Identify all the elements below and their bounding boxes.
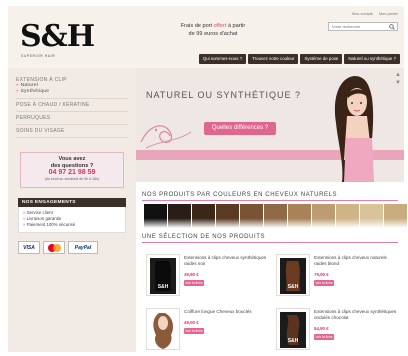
engagements-title: NOS ENGAGEMENTS xyxy=(18,198,126,207)
color-swatches xyxy=(144,204,407,228)
category-hot-fusion[interactable]: Pose à chaud / kératine xyxy=(16,99,128,112)
color-swatch[interactable] xyxy=(192,204,215,228)
svg-text:S&H: S&H xyxy=(288,284,299,290)
swirl-ornament-icon xyxy=(140,125,192,149)
view-product-button[interactable]: Voir la fiche xyxy=(184,280,204,286)
header: S&H SUPERIOR HAIR Frais de port offert à… xyxy=(8,6,404,68)
nav-about[interactable]: Qui sommes-nous ? xyxy=(198,54,247,64)
contact-hours: (du lundi au vendredi de 9h à 18h) xyxy=(44,177,100,181)
svg-text:S&H: S&H xyxy=(288,338,299,344)
color-swatch[interactable] xyxy=(144,204,167,228)
hair-package-icon: S&H xyxy=(150,258,176,294)
engagements-box: NOS ENGAGEMENTS » Service client » Livra… xyxy=(18,198,126,233)
color-swatch[interactable] xyxy=(336,204,359,228)
product-price: 39,90 € xyxy=(184,272,199,277)
section-divider xyxy=(142,242,398,243)
search-icon[interactable] xyxy=(389,24,395,30)
product-card[interactable]: S&H Extensions à clips cheveux naturels … xyxy=(276,254,400,296)
category-face-care[interactable]: Soins du visage xyxy=(16,125,128,138)
category-menu: Extension à clip » Naturel » Synthétique… xyxy=(16,74,128,138)
color-swatch[interactable] xyxy=(312,204,335,228)
color-swatch[interactable] xyxy=(168,204,191,228)
main-content: NATUREL OU SYNTHÉTIQUE ? Quelles différe… xyxy=(136,68,407,352)
arrow-icon: » xyxy=(23,216,26,221)
shipping-text-after: à partir xyxy=(226,23,246,29)
engagement-label: Service client xyxy=(26,210,53,215)
engagement-label: Paiement 100% sécurisé xyxy=(26,222,76,227)
product-price: 49,00 € xyxy=(184,320,199,325)
product-price: 79,00 € xyxy=(314,272,329,277)
color-swatch[interactable] xyxy=(216,204,239,228)
account-links: Mon compte Mon panier xyxy=(347,12,398,16)
subcategory-synthetic[interactable]: » Synthétique xyxy=(16,89,128,95)
visa-logo: VISA xyxy=(18,241,40,254)
differences-button[interactable]: Quelles différences ? xyxy=(204,122,276,135)
engagement-item[interactable]: » Paiement 100% sécurisé xyxy=(23,222,121,228)
subcategory-label: Naturel xyxy=(20,83,39,88)
search-input[interactable] xyxy=(329,23,387,30)
shipping-threshold: de 99 euros d'achat xyxy=(188,31,238,37)
color-swatch[interactable] xyxy=(264,204,287,228)
contact-box: Vous avez des questions ? 04 97 21 98 59… xyxy=(20,152,124,188)
product-name[interactable]: Extensions à clips cheveux synthétiques … xyxy=(314,309,398,320)
product-card[interactable]: S&H Extensions à clips cheveux synthétiq… xyxy=(146,254,270,296)
view-product-button[interactable]: Voir la fiche xyxy=(314,334,334,340)
mastercard-logo xyxy=(43,241,65,254)
view-product-button[interactable]: Voir la fiche xyxy=(314,280,334,286)
product-card[interactable]: Coiffure longue Cheveux bouclés 49,00 € … xyxy=(146,308,270,350)
paypal-logo: PayPal xyxy=(68,241,98,254)
colors-section-title: Nos produits par couleurs en cheveux nat… xyxy=(142,192,338,198)
my-account-link[interactable]: Mon compte xyxy=(352,12,373,16)
search-box xyxy=(328,22,398,31)
page: S&H SUPERIOR HAIR Frais de port offert à… xyxy=(8,6,407,352)
nav-find-color[interactable]: Trouvez votre couleur xyxy=(248,54,299,64)
product-name[interactable]: Extensions à clips cheveux naturels raid… xyxy=(314,255,398,266)
product-price: 54,90 € xyxy=(314,326,329,331)
arrow-icon: » xyxy=(23,210,26,215)
product-name[interactable]: Extensions à clips cheveux synthétiques … xyxy=(184,255,268,266)
color-swatch[interactable] xyxy=(360,204,383,228)
arrow-icon: » xyxy=(16,89,19,94)
category-wigs[interactable]: Perruques xyxy=(16,112,128,125)
product-card[interactable]: S&H Extensions à clips cheveux synthétiq… xyxy=(276,308,400,350)
product-thumbnail[interactable] xyxy=(146,308,180,350)
banner-scroll-up-icon[interactable]: ▲ xyxy=(395,72,401,78)
view-product-button[interactable]: Voir la fiche xyxy=(184,328,204,334)
hair-package-icon: S&H xyxy=(280,312,306,348)
shipping-accent: offert xyxy=(213,23,227,29)
nav-natural-or-synthetic[interactable]: Naturel ou synthétique ? xyxy=(344,54,400,64)
arrow-icon: » xyxy=(16,83,19,88)
products-section-title: Une sélection de nos produits xyxy=(142,234,266,240)
logo-subtitle: SUPERIOR HAIR xyxy=(21,54,56,58)
svg-text:S&H: S&H xyxy=(158,284,169,290)
product-name[interactable]: Coiffure longue Cheveux bouclés xyxy=(184,309,268,315)
main-nav: Qui sommes-nous ? Trouvez votre couleur … xyxy=(198,54,400,64)
product-thumbnail[interactable]: S&H xyxy=(276,308,310,350)
promo-banner[interactable]: NATUREL OU SYNTHÉTIQUE ? Quelles différe… xyxy=(136,68,404,182)
nav-install-system[interactable]: Système de pose xyxy=(300,54,343,64)
my-cart-link[interactable]: Mon panier xyxy=(379,12,398,16)
woman-illustration-icon xyxy=(334,76,374,182)
engagements-list: » Service client » Livraison garantie » … xyxy=(18,207,126,233)
banner-title: NATUREL OU SYNTHÉTIQUE ? xyxy=(146,90,302,100)
category-clip-extensions[interactable]: Extension à clip » Naturel » Synthétique xyxy=(16,74,128,99)
color-swatch[interactable] xyxy=(384,204,407,228)
banner-scroll-down-icon[interactable]: ▼ xyxy=(395,80,401,86)
arrow-icon: » xyxy=(23,222,26,227)
curly-hair-icon xyxy=(153,313,173,349)
payment-methods: VISA PayPal xyxy=(18,241,126,254)
hair-package-icon: S&H xyxy=(280,258,306,294)
shipping-notice: Frais de port offert à partir de 99 euro… xyxy=(158,22,268,38)
product-thumbnail[interactable]: S&H xyxy=(276,254,310,296)
section-divider xyxy=(142,200,398,201)
sidebar: Extension à clip » Naturel » Synthétique… xyxy=(8,68,136,352)
shipping-text: Frais de port xyxy=(180,23,214,29)
contact-phone[interactable]: 04 97 21 98 59 xyxy=(21,169,123,177)
color-swatch[interactable] xyxy=(240,204,263,228)
product-thumbnail[interactable]: S&H xyxy=(146,254,180,296)
color-swatch[interactable] xyxy=(288,204,311,228)
engagement-label: Livraison garantie xyxy=(26,216,62,221)
subcategory-label: Synthétique xyxy=(20,89,50,94)
